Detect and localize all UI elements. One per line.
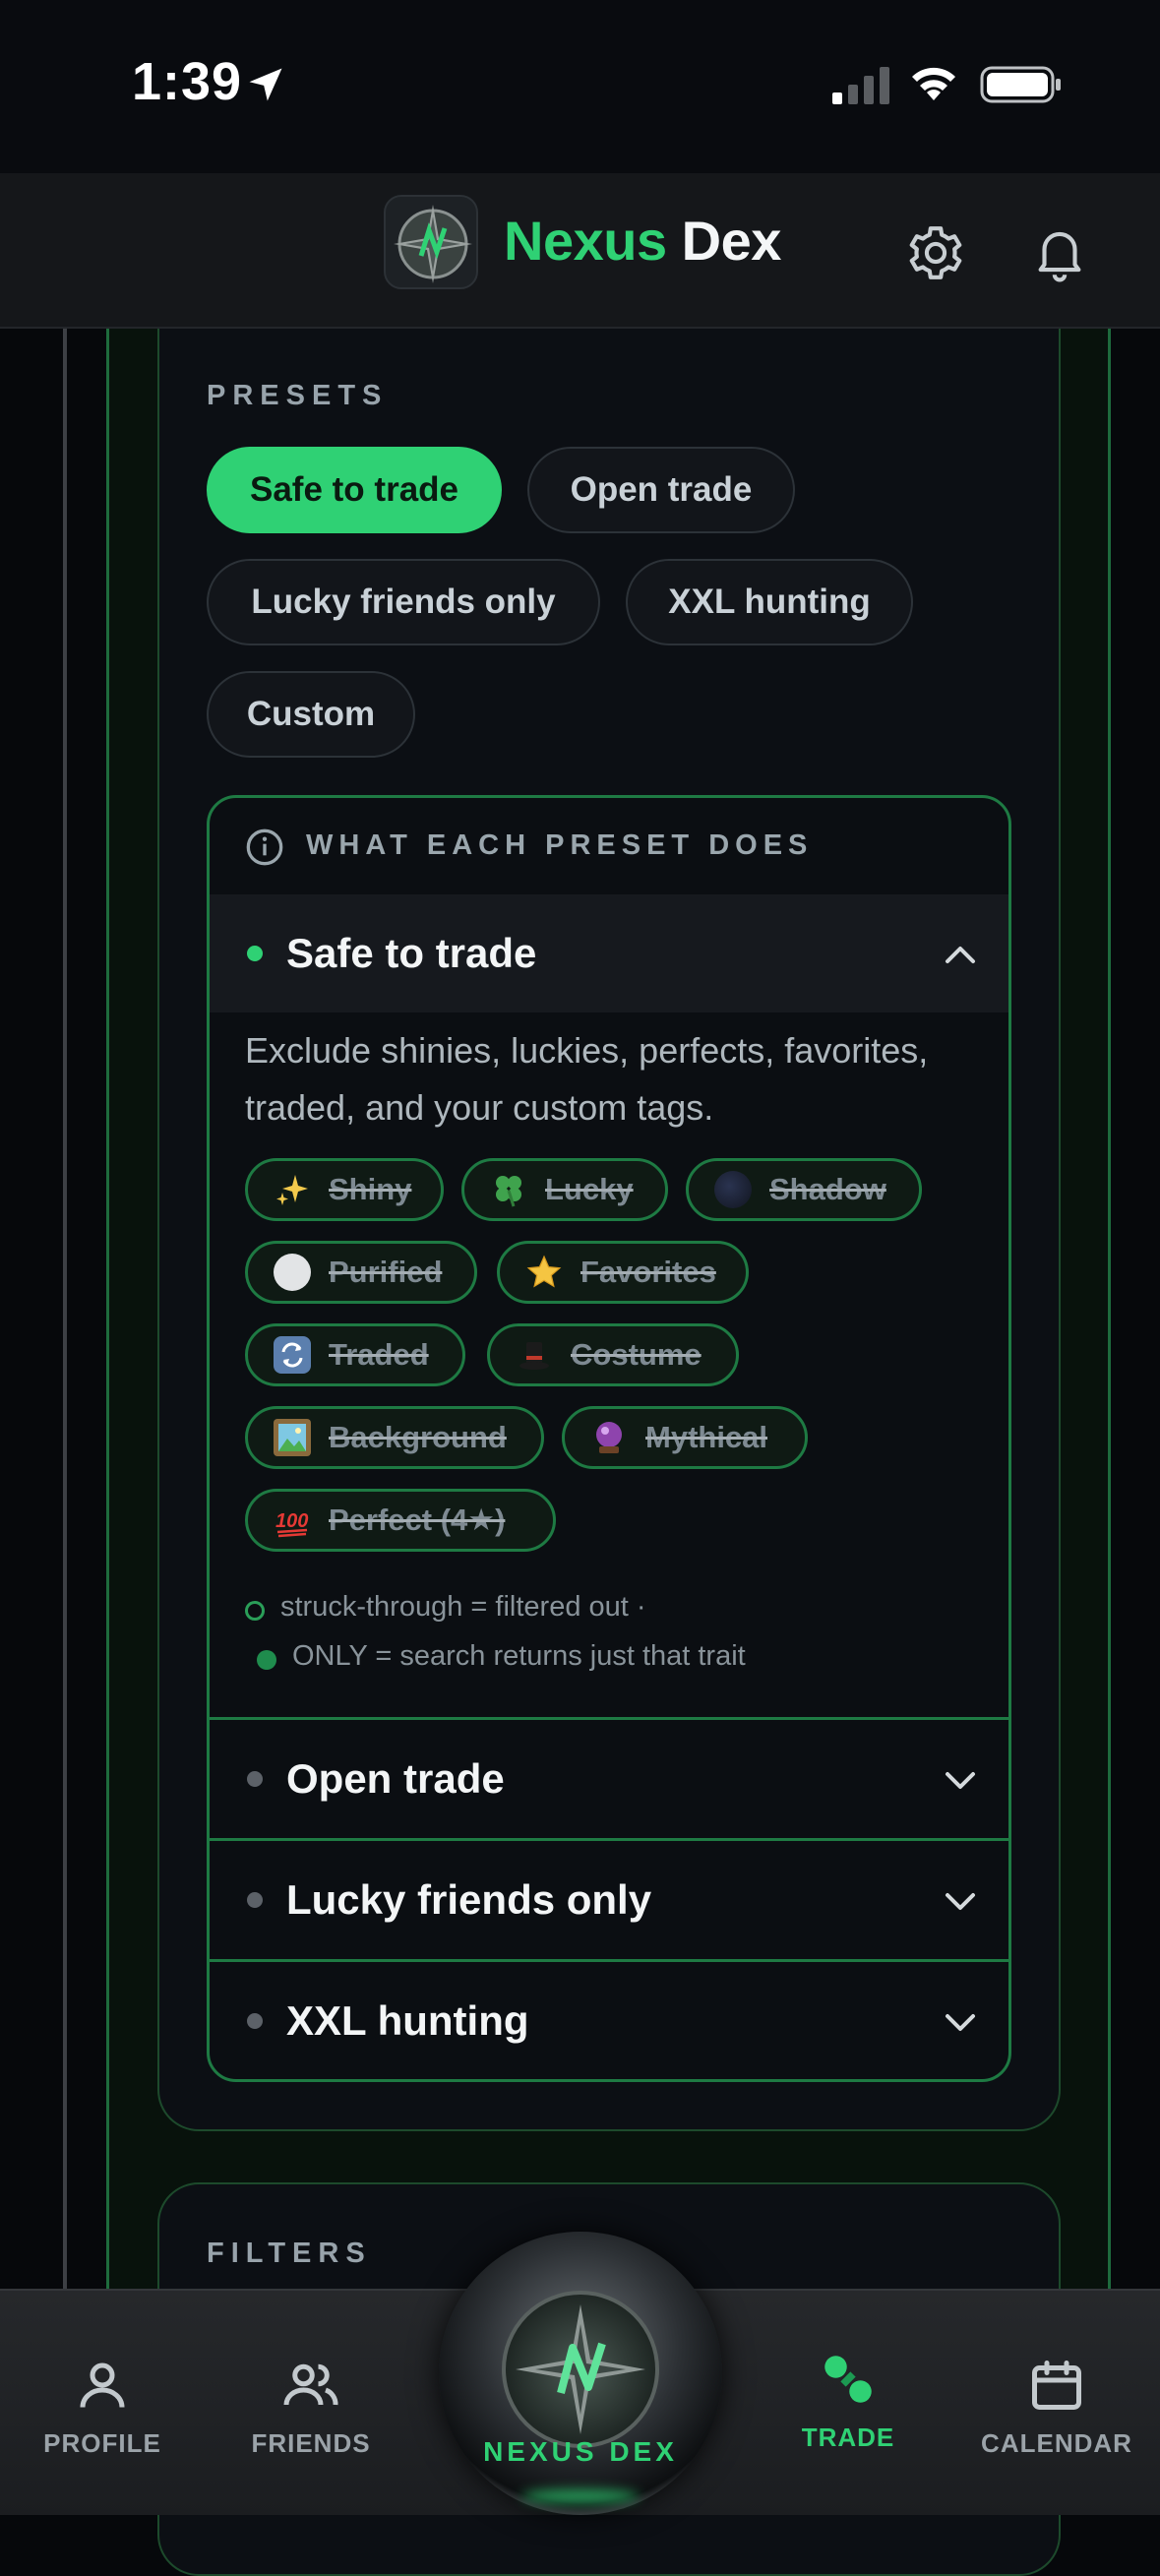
trait-tag-label: Shiny <box>329 1172 412 1206</box>
star-icon <box>525 1254 563 1291</box>
status-bar: 1:39 <box>0 0 1160 173</box>
settings-gear-icon[interactable] <box>905 222 966 283</box>
trait-tag-label: Costume <box>571 1337 702 1372</box>
frame-border-left <box>106 329 109 2297</box>
brand-nexus: Nexus <box>504 210 667 272</box>
accordion-row-open-trade[interactable]: Open trade <box>210 1717 1008 1838</box>
nexus-dex-label: NEXUS DEX <box>483 2436 678 2467</box>
battery-icon <box>980 66 1061 103</box>
preset-info-panel: WHAT EACH PRESET DOES Safe to trade Excl… <box>207 795 1011 2082</box>
presets-section-title: PRESETS <box>207 380 389 411</box>
preset-chip-lucky-friends-only[interactable]: Lucky friends only <box>207 559 600 645</box>
framed-picture-icon <box>274 1419 311 1456</box>
trait-tag-label: Background <box>329 1420 507 1454</box>
cellular-signal-icon <box>832 67 889 104</box>
trait-tag-label: Shadow <box>769 1172 886 1206</box>
preset-chip-xxl-hunting[interactable]: XXL hunting <box>626 559 913 645</box>
chevron-down-icon <box>946 1772 975 1789</box>
nexus-orb-icon <box>502 2291 659 2448</box>
trait-tag-label: Mythical <box>645 1420 768 1454</box>
nav-label: PROFILE <box>43 2428 161 2458</box>
app-header: Nexus Dex <box>0 173 1160 329</box>
trait-tag-favorites[interactable]: Favorites <box>497 1241 749 1304</box>
accordion-label: XXL hunting <box>286 1997 529 2044</box>
active-dot <box>247 946 263 961</box>
preset-chip-open-trade[interactable]: Open trade <box>527 447 795 533</box>
trait-tag-background[interactable]: Background <box>245 1406 544 1469</box>
hundred-points-icon: 100 <box>274 1502 311 1539</box>
preset-description: Exclude shinies, luckies, perfects, favo… <box>245 1030 929 1128</box>
app-logo <box>384 195 478 289</box>
trait-tag-label: Favorites <box>580 1255 716 1289</box>
four-leaf-clover-icon <box>490 1171 527 1208</box>
only-legend-icon <box>257 1650 276 1670</box>
accordion-label: Lucky friends only <box>286 1876 652 1923</box>
chevron-down-icon <box>946 2014 975 2031</box>
preset-chip-custom[interactable]: Custom <box>207 671 415 758</box>
trait-tag-shadow[interactable]: Shadow <box>686 1158 922 1221</box>
nexus-dex-home-button[interactable]: NEXUS DEX <box>439 2232 722 2515</box>
filters-section-title: FILTERS <box>207 2238 372 2269</box>
nav-label: TRADE <box>801 2423 895 2452</box>
trait-tag-label: Perfect (4★) <box>329 1503 506 1537</box>
nav-trade[interactable]: TRADE <box>760 2350 937 2453</box>
nav-label: FRIENDS <box>251 2428 371 2458</box>
trade-icon <box>824 2356 872 2403</box>
accordion-row-xxl-hunting[interactable]: XXL hunting <box>210 1959 1008 2079</box>
inactive-dot <box>247 2013 263 2029</box>
trait-tag-label: Purified <box>329 1255 443 1289</box>
status-time: 1:39 <box>132 52 243 111</box>
person-icon <box>80 2362 125 2408</box>
trait-tag-label: Lucky <box>545 1172 634 1206</box>
accordion-label: Safe to trade <box>286 930 537 976</box>
trait-tag-label: Traded <box>329 1337 429 1372</box>
nav-label: CALENDAR <box>981 2428 1132 2458</box>
orb-glow <box>521 2489 640 2503</box>
trait-tag-mythical[interactable]: Mythical <box>562 1406 808 1469</box>
frame-border-right <box>1108 329 1111 2297</box>
filtered-out-legend-icon <box>245 1601 265 1621</box>
preset-info-title: WHAT EACH PRESET DOES <box>306 829 814 861</box>
chevron-up-icon <box>946 947 975 963</box>
trait-tag-shiny[interactable]: Shiny <box>245 1158 444 1221</box>
crystal-ball-icon <box>590 1419 628 1456</box>
app-title: Nexus Dex <box>504 209 781 273</box>
repeat-arrows-icon <box>274 1336 311 1374</box>
wifi-icon <box>912 67 955 100</box>
trait-tag-perfect[interactable]: 100 Perfect (4★) <box>245 1489 556 1552</box>
chevron-down-icon <box>946 1893 975 1910</box>
svg-text:100: 100 <box>275 1510 308 1532</box>
accordion-label: Open trade <box>286 1755 505 1802</box>
trait-tag-purified[interactable]: Purified <box>245 1241 477 1304</box>
scroll-rail <box>63 329 67 2297</box>
location-arrow-icon <box>249 68 282 101</box>
trait-tag-costume[interactable]: Costume <box>487 1323 739 1386</box>
accordion-header-safe-to-trade[interactable]: Safe to trade <box>210 894 1008 1012</box>
people-icon <box>283 2363 338 2406</box>
nav-calendar[interactable]: CALENDAR <box>968 2356 1145 2459</box>
preset-chip-safe-to-trade[interactable]: Safe to trade <box>207 447 502 533</box>
inactive-dot <box>247 1892 263 1908</box>
legend-only: ONLY = search returns just that trait <box>292 1640 746 1672</box>
legend-filtered-out: struck-through = filtered out · <box>280 1591 646 1623</box>
white-circle-icon <box>274 1254 311 1291</box>
sparkles-icon <box>274 1171 311 1208</box>
nav-friends[interactable]: FRIENDS <box>222 2356 399 2459</box>
shadow-orb-icon <box>714 1171 752 1208</box>
calendar-icon <box>1032 2361 1081 2410</box>
nav-profile[interactable]: PROFILE <box>14 2356 191 2459</box>
info-circle-icon <box>246 828 283 866</box>
inactive-dot <box>247 1771 263 1787</box>
top-hat-icon <box>516 1336 553 1374</box>
accordion-row-lucky-friends-only[interactable]: Lucky friends only <box>210 1838 1008 1959</box>
brand-dex: Dex <box>681 210 782 272</box>
notifications-bell-icon[interactable] <box>1029 220 1090 283</box>
preset-info-header: WHAT EACH PRESET DOES <box>210 798 1008 894</box>
trait-tag-traded[interactable]: Traded <box>245 1323 465 1386</box>
trait-tag-lucky[interactable]: Lucky <box>461 1158 668 1221</box>
